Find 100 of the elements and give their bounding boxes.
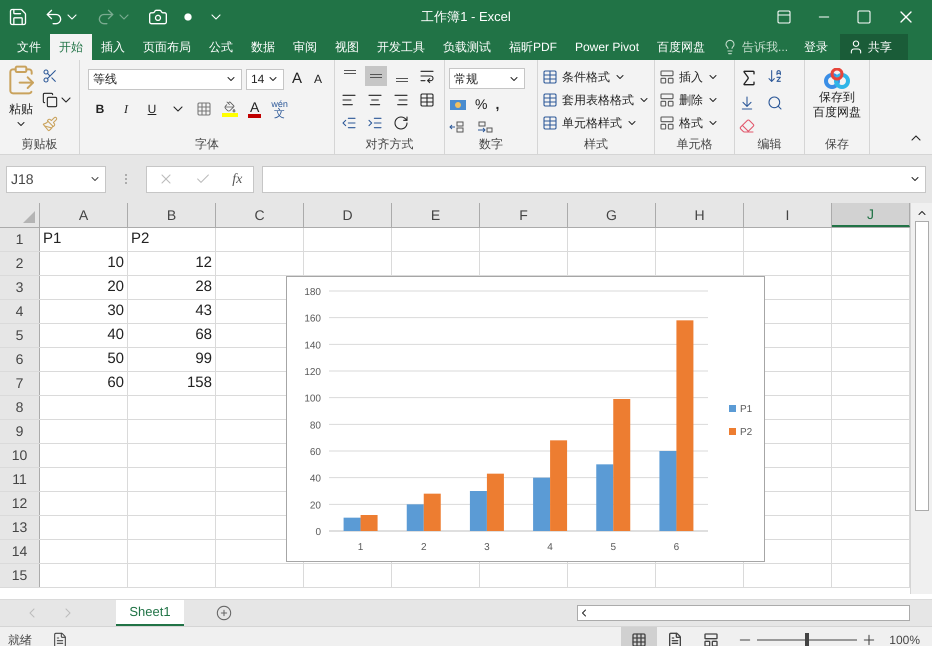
shrink-font-button[interactable]: A xyxy=(310,70,326,88)
column-header[interactable]: B xyxy=(128,203,216,227)
column-header[interactable]: G xyxy=(568,203,656,227)
font-name-field[interactable]: 等线 xyxy=(88,68,242,90)
camera-icon[interactable] xyxy=(148,7,168,27)
group-label: 样式 xyxy=(584,136,608,153)
dot-icon[interactable] xyxy=(184,13,192,21)
axis-label: 160 xyxy=(304,314,321,325)
ribbon-tab[interactable]: 插入 xyxy=(92,34,134,60)
comma-button[interactable]: , xyxy=(495,94,500,115)
table-cell-text: 158 xyxy=(186,373,212,394)
align-icon xyxy=(370,74,382,78)
ribbon-tab[interactable]: 数据 xyxy=(242,34,284,60)
row-header[interactable]: 4 xyxy=(0,300,40,323)
ribbon-tab[interactable]: 福昕PDF xyxy=(500,34,566,60)
column-header[interactable]: H xyxy=(656,203,744,227)
horizontal-scrollbar[interactable] xyxy=(577,605,910,621)
normal-view-button[interactable] xyxy=(621,626,658,646)
column-header[interactable]: J xyxy=(832,203,910,227)
macro-record-icon[interactable] xyxy=(52,632,68,646)
save-icon[interactable] xyxy=(8,7,28,27)
column-header[interactable]: D xyxy=(304,203,392,227)
ribbon-tab[interactable]: 文件 xyxy=(8,34,50,60)
table-style-icon xyxy=(542,69,558,85)
row-header[interactable]: 6 xyxy=(0,348,40,371)
font-color-button[interactable]: A xyxy=(248,100,262,118)
row-header[interactable]: 5 xyxy=(0,324,40,347)
copy-icon[interactable] xyxy=(42,92,58,108)
ribbon-tab[interactable]: 页面布局 xyxy=(134,34,200,60)
name-box[interactable]: J18 xyxy=(6,166,106,192)
ribbon-tab[interactable]: 百度网盘 xyxy=(648,34,714,60)
bold-button[interactable]: B xyxy=(92,100,108,118)
fill-icon[interactable] xyxy=(739,95,755,111)
axis-label: 2 xyxy=(420,542,427,553)
styles-menu-button[interactable]: 条件格式 xyxy=(542,68,650,86)
share-button[interactable]: 共享 xyxy=(840,34,908,60)
wrap-text-icon[interactable] xyxy=(419,68,435,84)
styles-menu-button[interactable]: 套用表格格式 xyxy=(542,91,650,109)
ribbon-tab[interactable]: 开发工具 xyxy=(368,34,434,60)
row-header[interactable]: 8 xyxy=(0,396,40,419)
column-header[interactable]: A xyxy=(40,203,128,227)
merge-icon[interactable] xyxy=(419,92,435,108)
add-sheet-icon[interactable] xyxy=(216,605,232,621)
axis-label: 6 xyxy=(674,542,680,553)
ribbon-tab[interactable]: Power Pivot xyxy=(566,34,648,60)
ribbon-tab[interactable]: 公式 xyxy=(200,34,242,60)
column-header[interactable]: E xyxy=(392,203,480,227)
row-header[interactable]: 1 xyxy=(0,228,40,251)
increase-decimal-icon[interactable] xyxy=(449,120,465,134)
percent-button[interactable]: % xyxy=(475,94,488,115)
search-icon[interactable] xyxy=(767,95,783,111)
paste-button[interactable]: 粘贴 xyxy=(4,64,38,134)
row-header[interactable]: 14 xyxy=(0,540,40,563)
row-header[interactable]: 15 xyxy=(0,564,40,587)
sign-in-button[interactable]: 登录 xyxy=(796,34,836,60)
underline-button[interactable]: U xyxy=(144,100,160,118)
grow-font-button[interactable]: A xyxy=(288,68,306,90)
sort-filter-icon[interactable] xyxy=(767,68,783,84)
insert-function-button[interactable]: fx xyxy=(232,168,242,190)
styles-menu-button[interactable]: 单元格样式 xyxy=(542,114,650,132)
ribbon-tab[interactable]: 审阅 xyxy=(284,34,326,60)
cells-menu-button[interactable]: 插入 xyxy=(659,68,719,86)
tell-me-field[interactable]: 告诉我... xyxy=(714,34,796,60)
column-header[interactable]: F xyxy=(480,203,568,227)
vertical-scrollbar[interactable] xyxy=(910,203,932,594)
currency-icon[interactable] xyxy=(449,98,467,112)
ribbon-tab[interactable]: 开始 xyxy=(50,34,92,60)
ribbon-options-icon[interactable] xyxy=(776,9,792,25)
ribbon-tab[interactable]: 视图 xyxy=(326,34,368,60)
row-header[interactable]: 12 xyxy=(0,492,40,515)
row-header[interactable]: 10 xyxy=(0,444,40,467)
sheet-tab[interactable]: Sheet1 xyxy=(116,600,184,626)
row-header[interactable]: 13 xyxy=(0,516,40,539)
table-cell-text: 28 xyxy=(194,277,212,298)
undo-icon[interactable] xyxy=(44,7,64,27)
row-header[interactable]: 7 xyxy=(0,372,40,395)
cut-icon[interactable] xyxy=(42,68,58,84)
italic-button[interactable]: I xyxy=(118,100,134,118)
formula-input[interactable] xyxy=(262,166,926,192)
font-size-field[interactable]: 14 xyxy=(246,68,284,90)
column-header[interactable]: C xyxy=(216,203,304,227)
fill-color-icon[interactable] xyxy=(222,100,238,116)
maximize-icon[interactable] xyxy=(856,9,872,25)
zoom-slider-thumb[interactable] xyxy=(805,632,810,646)
number-format-field[interactable]: 常规 xyxy=(449,68,525,89)
cells-menu-button[interactable]: 删除 xyxy=(659,91,719,109)
orientation-icon[interactable] xyxy=(393,115,409,132)
cells-menu-button[interactable]: 格式 xyxy=(659,114,719,132)
save-to-cloud-button[interactable]: 保存到 百度网盘 xyxy=(809,64,865,134)
row-header[interactable]: 11 xyxy=(0,468,40,491)
borders-icon[interactable] xyxy=(196,100,212,116)
row-header[interactable]: 2 xyxy=(0,252,40,275)
row-header[interactable]: 3 xyxy=(0,276,40,299)
row-header[interactable]: 9 xyxy=(0,420,40,443)
zoom-level: 100% xyxy=(888,632,921,646)
clear-icon[interactable] xyxy=(739,118,755,134)
phonetic-button[interactable]: wén 文 xyxy=(271,98,288,118)
vertical-align-button[interactable] xyxy=(365,66,387,86)
decrease-decimal-icon[interactable] xyxy=(477,120,493,134)
ribbon-tab[interactable]: 负载测试 xyxy=(434,34,500,60)
